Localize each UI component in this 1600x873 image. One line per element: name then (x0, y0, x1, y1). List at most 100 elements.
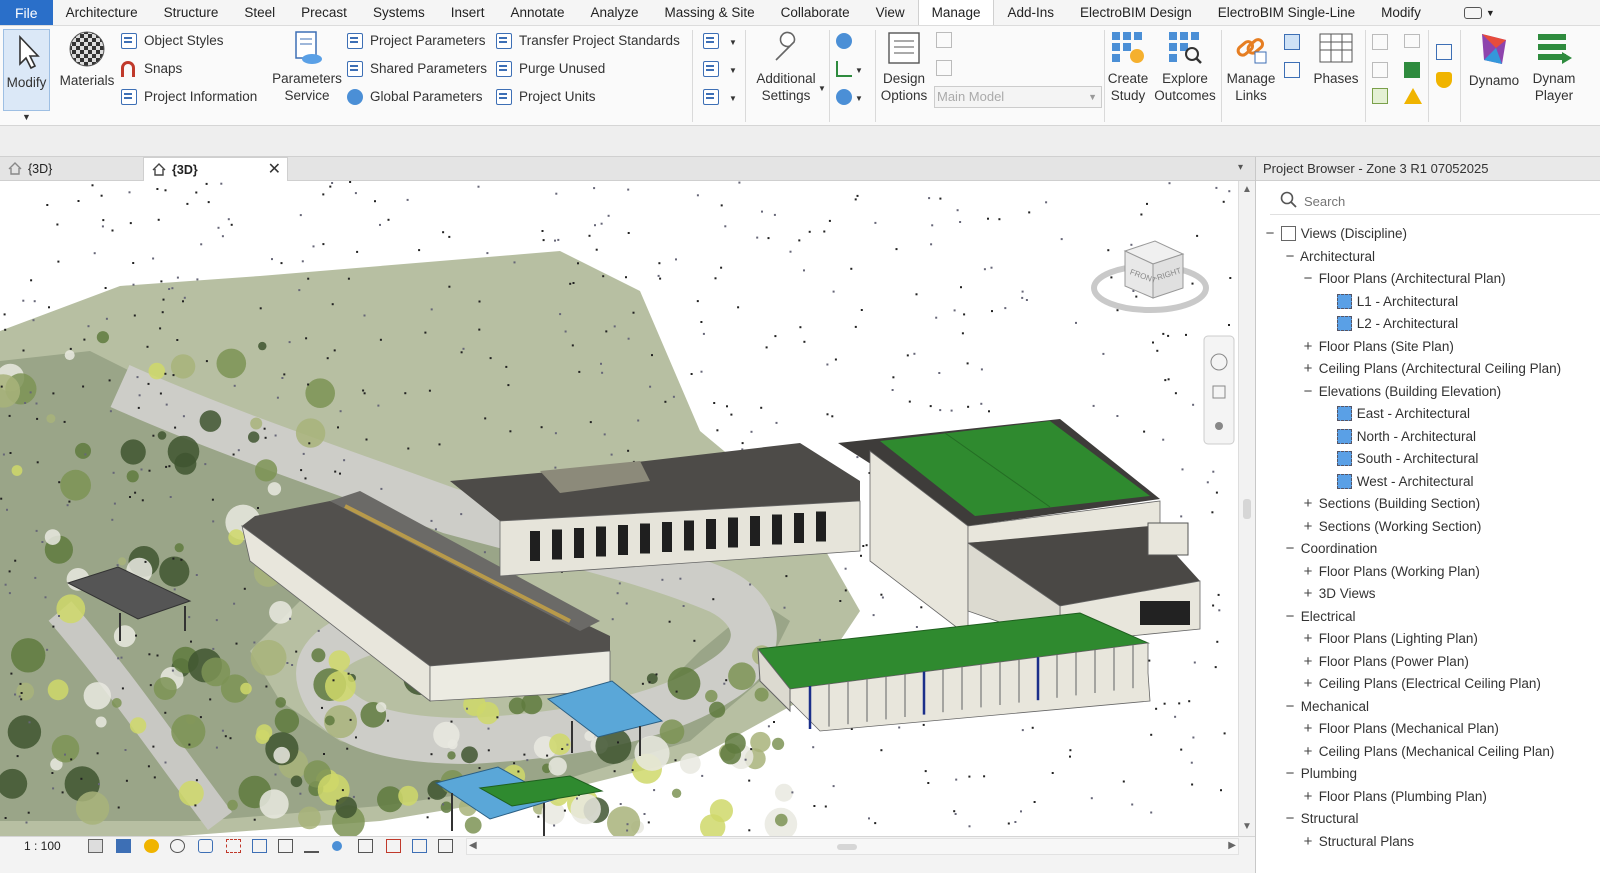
dynamo-button[interactable]: Dynamo (1466, 30, 1522, 89)
collapse-icon[interactable]: − (1283, 696, 1297, 718)
browser-tree-node[interactable]: + 3D Views (1301, 583, 1376, 605)
menu-electrobim-single-line[interactable]: ElectroBIM Single-Line (1205, 0, 1368, 25)
menu-annotate[interactable]: Annotate (497, 0, 577, 25)
browser-tree-node[interactable]: + Ceiling Plans (Electrical Ceiling Plan… (1301, 673, 1541, 695)
close-icon[interactable]: ✕ (268, 158, 281, 182)
position-button[interactable]: ▼ (836, 89, 863, 106)
3d-viewport[interactable]: FRONT RIGHT (0, 181, 1238, 836)
tabs-dropdown-icon[interactable]: ▾ (1238, 162, 1243, 173)
menu-precast[interactable]: Precast (288, 0, 360, 25)
expand-icon[interactable]: + (1301, 786, 1315, 808)
browser-view-item[interactable]: West - Architectural (1319, 471, 1474, 493)
modify-button[interactable]: Modify (3, 29, 50, 111)
expand-icon[interactable]: + (1301, 516, 1315, 538)
menu-add-ins[interactable]: Add-Ins (994, 0, 1067, 25)
search-input[interactable] (1304, 190, 1594, 212)
scroll-up-icon[interactable]: ▲ (1242, 184, 1252, 195)
menu-view[interactable]: View (863, 0, 918, 25)
collapse-icon[interactable]: − (1283, 763, 1297, 785)
temporary-properties-icon[interactable] (358, 839, 373, 853)
navigation-bar[interactable] (1203, 335, 1235, 445)
project-parameters-button[interactable]: Project Parameters (347, 33, 486, 50)
menu-modify[interactable]: Modify (1368, 0, 1434, 25)
show-crop-icon[interactable] (252, 839, 267, 853)
menu-analyze[interactable]: Analyze (578, 0, 652, 25)
browser-tree-node[interactable]: + Ceiling Plans (Mechanical Ceiling Plan… (1301, 741, 1555, 763)
browser-tree-node[interactable]: + Ceiling Plans (Architectural Ceiling P… (1301, 358, 1562, 380)
view-scale[interactable]: 1 : 100 (24, 839, 61, 853)
scroll-down-icon[interactable]: ▼ (1242, 821, 1252, 832)
collapse-icon[interactable]: − (1283, 808, 1297, 830)
collapse-icon[interactable]: − (1283, 606, 1297, 628)
macro-manager-icon[interactable] (1436, 44, 1452, 60)
orbit-icon[interactable] (1215, 422, 1223, 430)
visual-style-icon[interactable] (116, 839, 131, 853)
select-pinned-button[interactable]: ▼ (703, 89, 737, 106)
browser-tree-node[interactable]: + Floor Plans (Working Plan) (1301, 561, 1480, 583)
scroll-thumb[interactable] (837, 844, 857, 850)
browser-tree-node[interactable]: − Electrical (1283, 606, 1356, 628)
browser-tree-node[interactable]: + Floor Plans (Lighting Plan) (1301, 628, 1478, 650)
expand-icon[interactable]: + (1301, 628, 1315, 650)
add-to-set-icon[interactable] (936, 32, 952, 48)
selection-edit-icon[interactable] (1372, 88, 1388, 104)
additional-settings-button[interactable]: Additional Settings (750, 30, 822, 104)
expand-icon[interactable]: + (1301, 336, 1315, 358)
browser-tree-node[interactable]: − Mechanical (1283, 696, 1369, 718)
expand-icon[interactable]: + (1301, 718, 1315, 740)
shadows-icon[interactable] (170, 839, 185, 853)
browser-tree-node[interactable]: − Views (Discipline) (1263, 223, 1407, 245)
menu-steel[interactable]: Steel (231, 0, 288, 25)
browser-tree-node[interactable]: − Structural (1283, 808, 1359, 830)
menu-architecture[interactable]: Architecture (53, 0, 151, 25)
collapse-icon[interactable]: − (1283, 538, 1297, 560)
expand-icon[interactable]: + (1301, 831, 1315, 853)
select-by-id-icon[interactable] (1404, 62, 1420, 78)
browser-tree-node[interactable]: + Sections (Building Section) (1301, 493, 1481, 515)
snaps-button[interactable]: Snaps (121, 61, 182, 78)
additional-settings-dropdown-icon[interactable]: ▼ (818, 84, 826, 93)
analytical-model-icon[interactable] (438, 839, 453, 853)
browser-tree-node[interactable]: + Floor Plans (Plumbing Plan) (1301, 786, 1487, 808)
object-styles-button[interactable]: Object Styles (121, 33, 224, 50)
collapse-icon[interactable]: − (1263, 223, 1277, 245)
browser-tree-node[interactable]: − Floor Plans (Architectural Plan) (1301, 268, 1506, 290)
modify-dropdown-icon[interactable]: ▼ (22, 112, 31, 122)
browser-tree-node[interactable]: + Floor Plans (Mechanical Plan) (1301, 718, 1499, 740)
viewcube[interactable]: FRONT RIGHT (1091, 240, 1209, 313)
detail-level-icon[interactable] (88, 839, 103, 853)
dynamo-player-button[interactable]: Dynam Player (1524, 30, 1584, 104)
reveal-constraints-icon[interactable] (412, 839, 427, 853)
pick-to-edit-icon[interactable] (936, 60, 952, 76)
menu-collaborate[interactable]: Collaborate (768, 0, 863, 25)
browser-view-item[interactable]: South - Architectural (1319, 448, 1478, 470)
sun-path-icon[interactable] (144, 839, 159, 853)
browser-tree-node[interactable]: − Coordination (1283, 538, 1378, 560)
design-options-button[interactable]: Design Options (878, 30, 930, 104)
browser-view-item[interactable]: L2 - Architectural (1319, 313, 1458, 335)
menu-insert[interactable]: Insert (438, 0, 498, 25)
explore-outcomes-button[interactable]: Explore Outcomes (1152, 30, 1218, 104)
browser-tree-node[interactable]: − Plumbing (1283, 763, 1357, 785)
expand-icon[interactable]: + (1301, 561, 1315, 583)
select-links-button[interactable]: ▼ (703, 33, 737, 50)
project-units-button[interactable]: Project Units (496, 89, 596, 106)
collapse-icon[interactable]: − (1283, 246, 1297, 268)
shared-parameters-button[interactable]: Shared Parameters (347, 61, 487, 78)
scroll-thumb[interactable] (1243, 499, 1251, 519)
browser-tree-node[interactable]: + Floor Plans (Power Plan) (1301, 651, 1469, 673)
project-information-button[interactable]: Project Information (121, 89, 257, 106)
vertical-scrollbar[interactable]: ▲ ▼ (1238, 181, 1255, 836)
lock-3d-view-icon[interactable] (278, 839, 293, 853)
crop-view-icon[interactable] (226, 839, 241, 853)
phases-button[interactable]: Phases (1310, 30, 1362, 87)
selection-save-icon[interactable] (1372, 34, 1388, 50)
macro-security-icon[interactable] (1436, 72, 1452, 88)
parameters-service-button[interactable]: Parameters Service (272, 30, 342, 104)
ids-icon[interactable] (1404, 34, 1420, 48)
expand-icon[interactable]: + (1301, 358, 1315, 380)
menu-electrobim-design[interactable]: ElectroBIM Design (1067, 0, 1205, 25)
transfer-project-standards-button[interactable]: Transfer Project Standards (496, 33, 680, 50)
menu-manage[interactable]: Manage (917, 0, 995, 25)
menu-systems[interactable]: Systems (360, 0, 438, 25)
